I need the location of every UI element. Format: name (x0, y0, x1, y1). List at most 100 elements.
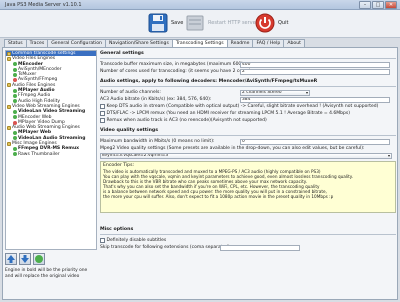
cores-row: Number of cores used for transcoding: (i… (100, 68, 396, 75)
toggle-engine-button[interactable] (33, 253, 45, 265)
keep-dts-label: Keep DTS audio in stream (Compatible wit… (106, 104, 379, 109)
maximize-button[interactable]: □ (372, 1, 384, 9)
skip-extensions-row: Skip transcode for following extensions … (100, 244, 396, 251)
floppy-disk-icon (148, 13, 168, 33)
checkbox-box[interactable] (100, 238, 105, 243)
transcoding-settings-panel: Common transcode settings Video Files Eng… (2, 47, 398, 300)
minimize-button[interactable]: – (359, 1, 371, 9)
enabled-engine-icon (13, 152, 17, 157)
checkbox-box[interactable] (100, 104, 105, 109)
divider (100, 58, 396, 59)
enabled-engine-icon (13, 62, 17, 67)
skip-extensions-input[interactable] (220, 244, 300, 251)
video-quality-title: Video quality settings (100, 128, 159, 133)
arrow-down-icon (21, 255, 29, 263)
misc-options-title: Misc options (100, 227, 134, 232)
enabled-engine-icon (13, 115, 17, 120)
window-title: Java PS3 Media Server v1.10.1 (5, 2, 82, 8)
window-controls: – □ ✕ (359, 1, 397, 9)
cores-input[interactable]: 2 (240, 68, 390, 75)
remux-ac3-checkbox[interactable]: Remux when audio track is AC3 (no reenco… (100, 117, 396, 124)
ac3-bitrate-label: AC3 Audio bitrate (in Kbits/s) (ex: 384,… (100, 97, 212, 102)
restart-label: Restart HTTP server (208, 20, 258, 26)
move-down-button[interactable] (19, 253, 31, 265)
toolbar: Save Restart HTTP server Quit (0, 10, 400, 38)
mpeg2-quality-row: keyint=3:vqscale=2:vqmin=3 (100, 152, 396, 159)
keep-dts-checkbox[interactable]: Keep DTS audio in stream (Compatible wit… (100, 103, 396, 110)
quit-button[interactable]: Quit (255, 13, 288, 33)
arrow-up-icon (7, 255, 15, 263)
buffer-size-label: Transcode buffer maximum size, in megaby… (100, 62, 245, 67)
title-bar: Java PS3 Media Server v1.10.1 – □ ✕ (0, 0, 400, 10)
tree-engine-item[interactable]: Raws Thumbnailer (6, 152, 96, 157)
power-icon (255, 13, 275, 33)
audio-channels-row: Number of audio channels: 2 channels Ste… (100, 89, 396, 96)
tab-bar: Status Traces General Configuration Navigat… (4, 39, 305, 48)
audio-channels-select[interactable]: 2 channels Stereo (240, 89, 310, 96)
close-button[interactable]: ✕ (385, 1, 397, 9)
encoder-tips-body: The video is automatically transcoded an… (103, 169, 393, 200)
divider (100, 86, 396, 87)
enabled-engine-icon (13, 67, 17, 72)
enabled-engine-icon (13, 72, 17, 77)
engine-priority-note: Engine in bold will be the priority one … (5, 268, 88, 279)
ac3-bitrate-input[interactable]: 384 (240, 96, 390, 103)
settings-content: General settings Transcode buffer maximu… (100, 50, 396, 298)
divider (100, 234, 396, 235)
encoder-tip-line: the more your cpu will suffer. Also, don… (103, 194, 334, 200)
folder-icon (7, 125, 11, 130)
restart-http-server-button[interactable]: Restart HTTP server (185, 13, 258, 33)
disabled-engine-icon (13, 120, 17, 125)
max-bandwidth-label: Maximum bandwidth in Mbits/s (0 means no… (100, 139, 215, 144)
cores-label: Number of cores used for transcoding: (i… (100, 69, 251, 74)
enabled-engine-icon (13, 136, 17, 141)
folder-icon (7, 51, 11, 56)
enabled-engine-icon (13, 99, 17, 104)
tab-general-configuration[interactable]: General Configuration (47, 39, 106, 47)
tab-about[interactable]: About (283, 39, 305, 47)
skip-extensions-label: Skip transcode for following extensions … (100, 245, 232, 250)
restart-server-icon (185, 13, 205, 33)
tab-status[interactable]: Status (4, 39, 27, 47)
engine-order-controls (5, 253, 45, 265)
lpcm-remux-label: DTS/FLAC -> LPCM remux (You need an HDMI… (106, 111, 351, 116)
max-bandwidth-input[interactable]: 0 (240, 138, 390, 145)
audio-channels-label: Number of audio channels: (100, 90, 161, 95)
tab-faq-help[interactable]: FAQ / Help (252, 39, 285, 47)
general-settings-title: General settings (100, 51, 144, 56)
toggle-icon (35, 255, 43, 263)
disabled-engine-icon (13, 78, 17, 83)
folder-icon (7, 56, 11, 61)
ac3-bitrate-row: AC3 Audio bitrate (in Kbits/s) (ex: 384,… (100, 96, 396, 103)
tree-item-label: Raws Thumbnailer (18, 151, 60, 157)
folder-icon (7, 83, 11, 88)
enabled-engine-icon (13, 146, 17, 151)
checkbox-box[interactable] (100, 111, 105, 116)
enabled-engine-icon (13, 109, 17, 114)
disable-subtitles-checkbox[interactable]: Definitely disable subtitles (100, 237, 396, 244)
folder-icon (7, 104, 11, 109)
tab-navigation-share-settings[interactable]: Navigation/Share Settings (104, 39, 173, 47)
mpeg2-quality-select[interactable]: keyint=3:vqscale=2:vqmin=3 (100, 152, 392, 159)
enabled-engine-icon (13, 88, 17, 93)
audio-settings-title: Audio settings, apply to following decod… (100, 79, 318, 84)
encoder-tips: Encoder Tips: The video is automatically… (100, 161, 396, 213)
remux-ac3-label: Remux when audio track is AC3 (no reenco… (106, 118, 267, 123)
buffer-size-row: Transcode buffer maximum size, in megaby… (100, 61, 396, 68)
quit-label: Quit (278, 20, 289, 26)
tab-readme[interactable]: Readme (226, 39, 254, 47)
engine-tree: Common transcode settings Video Files Eng… (5, 50, 97, 250)
enabled-engine-icon (13, 131, 17, 136)
lpcm-remux-checkbox[interactable]: DTS/FLAC -> LPCM remux (You need an HDMI… (100, 110, 396, 117)
save-label: Save (171, 20, 184, 26)
buffer-size-input[interactable]: 400 (240, 61, 390, 68)
mpeg2-quality-label-row: Mpeg2 Video quality settings (Some prese… (100, 145, 396, 152)
enabled-engine-icon (13, 94, 17, 99)
divider (100, 135, 396, 136)
move-up-button[interactable] (5, 253, 17, 265)
save-button[interactable]: Save (148, 13, 183, 33)
folder-icon (7, 141, 11, 146)
tab-traces[interactable]: Traces (25, 39, 49, 47)
checkbox-box[interactable] (100, 118, 105, 123)
disable-subtitles-label: Definitely disable subtitles (106, 238, 167, 243)
